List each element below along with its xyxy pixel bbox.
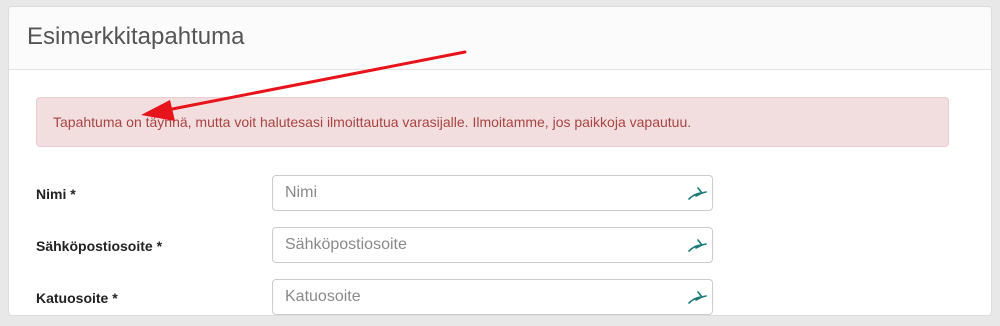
autofill-icon[interactable] — [687, 184, 707, 202]
email-input-wrap — [272, 227, 713, 263]
alert-message: Tapahtuma on täynnä, mutta voit halutesa… — [53, 114, 692, 130]
autofill-icon[interactable] — [687, 236, 707, 254]
email-input[interactable] — [272, 227, 713, 263]
street-label: Katuosoite * — [36, 290, 118, 306]
email-row: Sähköpostiosoite * — [36, 227, 736, 274]
page-title: Esimerkkitapahtuma — [27, 23, 245, 50]
name-label: Nimi * — [36, 186, 76, 202]
street-row: Katuosoite * — [36, 279, 736, 326]
street-input-wrap — [272, 279, 713, 315]
panel-header: Esimerkkitapahtuma — [9, 7, 991, 70]
autofill-icon[interactable] — [687, 288, 707, 306]
name-row: Nimi * — [36, 175, 736, 222]
street-input[interactable] — [272, 279, 713, 315]
email-label: Sähköpostiosoite * — [36, 238, 163, 254]
name-input[interactable] — [272, 175, 713, 211]
name-input-wrap — [272, 175, 713, 211]
waitlist-alert: Tapahtuma on täynnä, mutta voit halutesa… — [36, 97, 949, 147]
